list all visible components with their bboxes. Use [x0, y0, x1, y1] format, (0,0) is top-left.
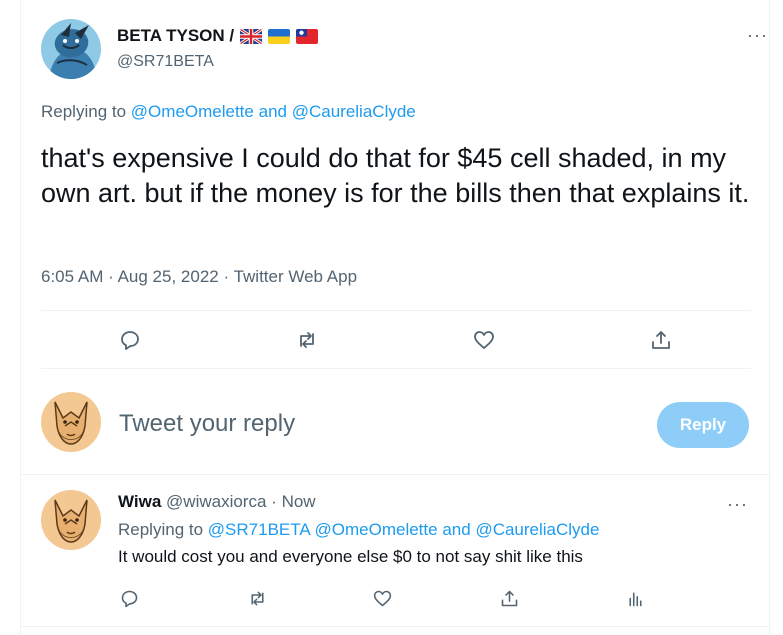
reply-time[interactable]: Now	[282, 492, 316, 511]
reply-text: It would cost you and everyone else $0 t…	[118, 547, 583, 566]
mention-link[interactable]: @OmeOmelette	[315, 520, 438, 539]
reply-author-handle[interactable]: @wiwaxiorca	[166, 492, 266, 511]
like-icon[interactable]	[469, 325, 499, 355]
united-kingdom-flag-icon	[240, 28, 263, 44]
reply-author-row: Wiwa @wiwaxiorca · Now	[118, 492, 316, 512]
meta-separator: ·	[271, 492, 277, 511]
reply-author-name[interactable]: Wiwa	[118, 492, 161, 511]
share-icon[interactable]	[646, 325, 676, 355]
author-name-row[interactable]: BETA TYSON /	[117, 26, 319, 46]
share-icon[interactable]	[494, 583, 524, 613]
mention-link[interactable]: @SR71BETA	[208, 520, 310, 539]
user-avatar[interactable]	[41, 392, 101, 452]
author-handle[interactable]: @SR71BETA	[117, 53, 214, 71]
reply-input[interactable]: Tweet your reply	[119, 410, 295, 438]
retweet-icon[interactable]	[292, 325, 322, 355]
replying-to-line: Replying to @OmeOmelette and @CaureliaCl…	[41, 102, 416, 122]
tweet-date[interactable]: Aug 25, 2022	[118, 267, 219, 286]
taiwan-flag-icon	[296, 28, 319, 44]
replying-prefix: Replying to	[118, 520, 204, 539]
like-icon[interactable]	[367, 583, 397, 613]
replying-prefix: Replying to	[41, 102, 127, 121]
reply-icon[interactable]	[114, 583, 144, 613]
meta-separator: ·	[108, 267, 114, 286]
divider	[41, 368, 751, 369]
replying-and[interactable]: and	[442, 520, 470, 539]
replying-to-line: Replying to @SR71BETA @OmeOmelette and @…	[118, 520, 599, 540]
replying-and[interactable]: and	[259, 102, 287, 121]
reply-author-avatar[interactable]	[41, 490, 101, 550]
tweet-time[interactable]: 6:05 AM	[41, 267, 103, 286]
mention-link[interactable]: @CaureliaClyde	[475, 520, 599, 539]
retweet-icon[interactable]	[242, 583, 272, 613]
divider	[21, 474, 771, 475]
analytics-icon[interactable]	[620, 583, 650, 613]
divider	[21, 626, 771, 627]
mention-link[interactable]: @CaureliaClyde	[292, 102, 416, 121]
tweet-metadata: 6:05 AM · Aug 25, 2022 · Twitter Web App	[41, 267, 357, 287]
author-name[interactable]: BETA TYSON /	[117, 26, 234, 46]
more-options-icon[interactable]: ···	[727, 495, 748, 513]
more-options-icon[interactable]: ···	[747, 26, 768, 44]
tweet-text: that's expensive I could do that for $45…	[41, 143, 750, 208]
reply-button[interactable]: Reply	[657, 402, 749, 448]
divider	[41, 310, 751, 311]
ukraine-flag-icon	[268, 28, 291, 44]
reply-icon[interactable]	[115, 325, 145, 355]
tweet-thread: BETA TYSON / @SR71BETA ··· Replying to @…	[20, 0, 771, 635]
mention-link[interactable]: @OmeOmelette	[131, 102, 254, 121]
meta-separator: ·	[223, 267, 230, 286]
author-avatar[interactable]	[41, 19, 101, 79]
tweet-source: Twitter Web App	[233, 267, 358, 286]
